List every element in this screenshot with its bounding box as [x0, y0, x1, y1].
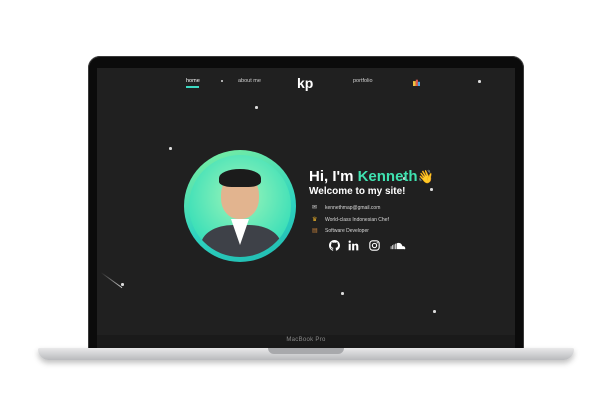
info-chef: ♛ World-class Indonesian Chef [312, 216, 389, 223]
greeting-prefix: Hi, I'm [309, 168, 358, 185]
laptop-model-label: MacBook Pro [286, 337, 326, 343]
star [430, 188, 433, 191]
info-email: ✉ kennethmap@gmail.com [312, 204, 380, 211]
envelope-icon: ✉ [312, 205, 318, 211]
profile-avatar [184, 150, 296, 262]
star [255, 106, 258, 109]
soundcloud-icon[interactable] [390, 240, 406, 251]
website-screen: home about me kp portfolio Hi, I'm Kenne… [97, 68, 515, 335]
wave-emoji: 👋 [417, 169, 434, 184]
linkedin-icon[interactable] [348, 240, 359, 251]
nav-home[interactable]: home [186, 78, 200, 84]
nav-portfolio[interactable]: portfolio [353, 78, 373, 84]
welcome-text: Welcome to my site! [309, 186, 406, 197]
developer-text: Software Developer [325, 228, 369, 234]
email-text[interactable]: kennethmap@gmail.com [325, 205, 380, 211]
trophy-icon: ♛ [312, 217, 318, 223]
star [169, 147, 172, 150]
star [221, 80, 223, 82]
star [121, 283, 124, 286]
star [433, 310, 436, 313]
nav-about-me[interactable]: about me [238, 78, 261, 84]
theme-toggle-icon[interactable] [413, 79, 420, 86]
avatar-hair [219, 169, 261, 187]
hero-greeting: Hi, I'm Kenneth👋 [309, 168, 434, 185]
laptop-base-notch [268, 348, 344, 354]
hero-name: Kenneth [357, 168, 418, 185]
laptop-icon: ▤ [312, 228, 318, 234]
shooting-star [100, 272, 123, 289]
chef-text: World-class Indonesian Chef [325, 217, 389, 223]
site-logo[interactable]: kp [297, 75, 313, 91]
profile-photo [189, 155, 291, 257]
instagram-icon[interactable] [369, 240, 380, 251]
star [341, 292, 344, 295]
github-icon[interactable] [329, 240, 340, 251]
nav-home-underline [186, 86, 199, 88]
star [478, 80, 481, 83]
info-developer: ▤ Software Developer [312, 227, 369, 234]
